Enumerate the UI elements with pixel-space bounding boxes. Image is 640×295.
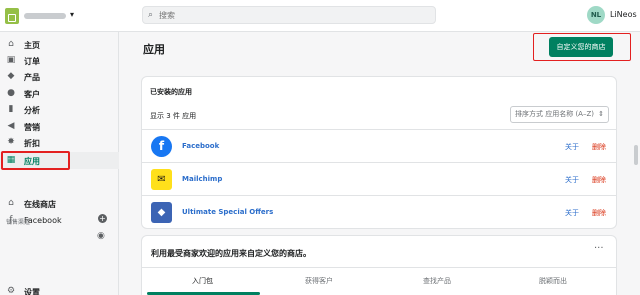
about-link[interactable]: 关于 (565, 208, 579, 218)
sidebar-item-label: 设置 (24, 288, 40, 295)
sidebar-item-label: 主页 (24, 41, 40, 50)
app-row-mailchimp[interactable]: ✉ Mailchimp 关于 删除 (142, 162, 616, 195)
tab-stand-out[interactable]: 脱颖而出 (539, 276, 567, 286)
app-name[interactable]: Mailchimp (182, 175, 222, 183)
facebook-icon: ƒ (9, 215, 13, 225)
sidebar-item-label: 营销 (24, 123, 40, 132)
person-icon: ● (7, 88, 15, 98)
sidebar-item-online-store[interactable]: ⌂ 在线商店 (0, 195, 119, 212)
sidebar-item-label: 在线商店 (24, 200, 56, 209)
about-link[interactable]: 关于 (565, 175, 579, 185)
sidebar-item-facebook[interactable]: ƒ Facebook (0, 212, 119, 229)
highlight-box-button (533, 33, 631, 61)
search-input[interactable] (159, 9, 419, 22)
tab-starter[interactable]: 入门包 (192, 276, 213, 286)
app-name[interactable]: Ultimate Special Offers (182, 208, 273, 216)
tab-get-customers[interactable]: 获得客户 (305, 276, 333, 286)
orders-icon: ▣ (6, 55, 16, 65)
gear-icon: ⚙ (6, 286, 16, 295)
sort-label: 排序方式 应用名称 (A–Z) (515, 110, 594, 118)
tab-find-products[interactable]: 查找产品 (423, 276, 451, 286)
highlight-box-apps (1, 151, 70, 170)
bar-chart-icon: ▮ (8, 104, 14, 114)
avatar[interactable]: NL (587, 6, 605, 24)
about-link[interactable]: 关于 (565, 142, 579, 152)
sidebar-item-label: Facebook (24, 216, 62, 225)
sidebar-item-label: 订单 (24, 57, 40, 66)
home-icon: ⌂ (8, 39, 14, 49)
sidebar-item-analytics[interactable]: ▮ 分析 (0, 101, 119, 118)
sidebar-item-customers[interactable]: ● 客户 (0, 85, 119, 102)
app-count: 显示 3 件 应用 (150, 112, 197, 120)
app-row-ultimate-special-offers[interactable]: ◆ Ultimate Special Offers 关于 删除 (142, 195, 616, 228)
discount-icon: ✸ (7, 137, 15, 147)
sidebar-item-orders[interactable]: ▣ 订单 (0, 52, 119, 69)
delete-link[interactable]: 删除 (592, 175, 606, 185)
sidebar-item-products[interactable]: ◆ 产品 (0, 68, 119, 85)
facebook-icon: f (151, 136, 172, 157)
scrollbar[interactable] (634, 145, 638, 165)
username[interactable]: LiNeos (610, 10, 637, 19)
eye-icon[interactable]: ◉ (97, 231, 105, 241)
sidebar-item-discounts[interactable]: ✸ 折扣 (0, 134, 119, 151)
sidebar-item-label: 分析 (24, 106, 40, 115)
sidebar-item-settings[interactable]: ⚙ 设置 (0, 283, 119, 295)
sort-select[interactable]: 排序方式 应用名称 (A–Z) ⇕ (510, 106, 609, 123)
store-icon: ⌂ (8, 198, 14, 208)
delete-link[interactable]: 删除 (592, 142, 606, 152)
search-bar[interactable]: ⌕ (142, 6, 436, 24)
installed-apps-card: 已安装的应用 显示 3 件 应用 排序方式 应用名称 (A–Z) ⇕ f Face… (142, 77, 616, 228)
top-bar: ▾ ⌕ NL LiNeos (0, 0, 640, 32)
tag-icon: ◆ (7, 71, 15, 81)
page-title: 应用 (143, 43, 165, 56)
app-row-facebook[interactable]: f Facebook 关于 删除 (142, 129, 616, 162)
sidebar-item-label: 产品 (24, 73, 40, 82)
more-options-icon[interactable]: ··· (594, 243, 604, 254)
mailchimp-icon: ✉ (151, 169, 172, 190)
chevron-updown-icon: ⇕ (598, 110, 604, 118)
sidebar-item-marketing[interactable]: ◀ 营销 (0, 118, 119, 135)
megaphone-icon: ◀ (7, 121, 15, 131)
sidebar-item-label: 折扣 (24, 139, 40, 148)
search-icon: ⌕ (148, 10, 154, 20)
shopify-logo-icon[interactable] (5, 8, 19, 24)
tabs-divider (142, 267, 616, 268)
app-name[interactable]: Facebook (182, 142, 219, 150)
chevron-down-icon[interactable]: ▾ (70, 10, 74, 19)
sidebar-item-label: 客户 (24, 90, 40, 99)
store-name-redacted[interactable] (24, 13, 66, 19)
card-title: 利用最受商家欢迎的应用来自定义您的商店。 (151, 249, 311, 258)
card-title: 已安装的应用 (150, 88, 192, 96)
delete-link[interactable]: 删除 (592, 208, 606, 218)
offer-tag-icon: ◆ (151, 202, 172, 223)
recommended-apps-card: 利用最受商家欢迎的应用来自定义您的商店。 ··· 入门包 获得客户 查找产品 脱… (142, 236, 616, 295)
sidebar-item-home[interactable]: ⌂ 主页 (0, 36, 119, 53)
